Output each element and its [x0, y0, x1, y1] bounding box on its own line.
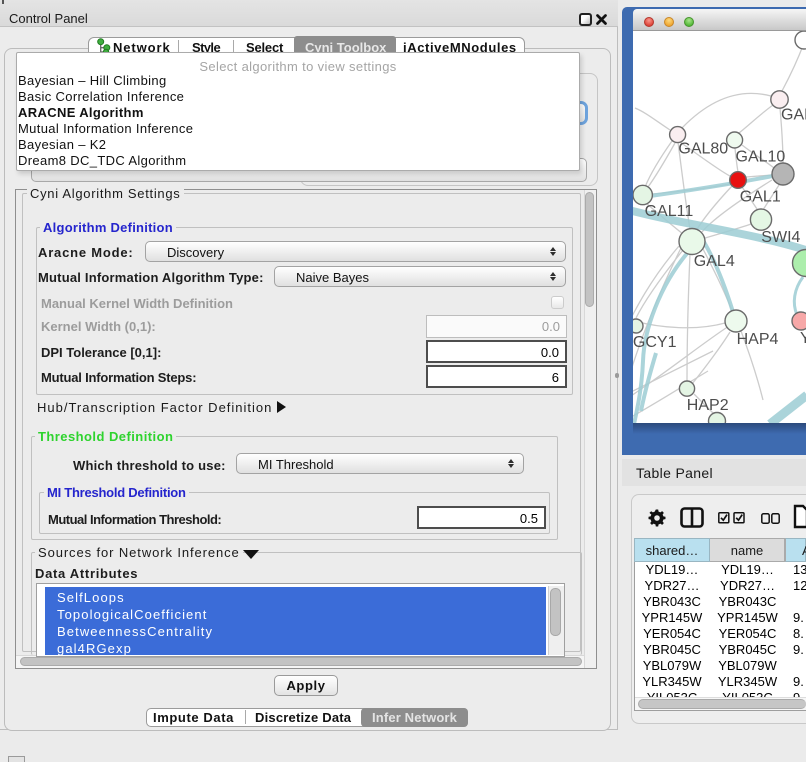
- svg-text:GAL: GAL: [781, 107, 806, 124]
- svg-text:GCY1: GCY1: [633, 334, 677, 351]
- svg-text:GAL4: GAL4: [694, 253, 735, 270]
- svg-text:Y: Y: [800, 330, 806, 347]
- svg-text:GAL11: GAL11: [645, 203, 694, 220]
- svg-text:GAL10: GAL10: [736, 148, 786, 165]
- svg-text:GAL1: GAL1: [740, 189, 781, 206]
- svg-text:HAP2: HAP2: [687, 397, 729, 414]
- svg-text:SWI4: SWI4: [761, 229, 800, 246]
- svg-text:GAL80: GAL80: [678, 141, 728, 158]
- svg-text:HAP4: HAP4: [737, 331, 779, 348]
